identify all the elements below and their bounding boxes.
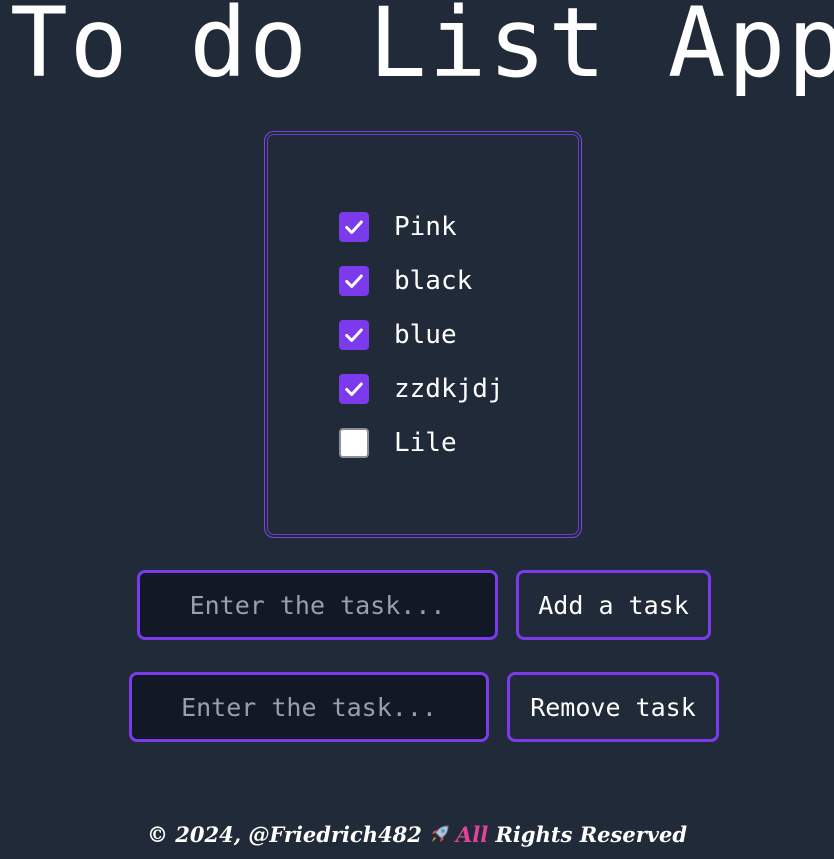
check-icon <box>345 382 363 396</box>
remove-task-input[interactable] <box>129 672 489 742</box>
task-list: Pink black blue zzdkjdj Lile <box>339 212 504 482</box>
task-item: Pink <box>339 212 504 266</box>
task-item: zzdkjdj <box>339 374 504 428</box>
check-icon <box>345 328 363 342</box>
check-icon <box>345 274 363 288</box>
footer: © 2024, @Friedrich482 All Rights Reserve… <box>0 822 834 847</box>
task-checkbox[interactable] <box>339 266 369 296</box>
task-checkbox[interactable] <box>339 320 369 350</box>
task-item: Lile <box>339 428 504 482</box>
footer-copyright: © 2024, @Friedrich482 <box>146 822 422 847</box>
add-task-button[interactable]: Add a task <box>516 570 711 640</box>
rocket-icon <box>428 822 452 846</box>
app-title: To do List App <box>10 0 834 99</box>
task-list-panel: Pink black blue zzdkjdj Lile <box>264 131 582 538</box>
check-icon <box>345 220 363 234</box>
task-label: zzdkjdj <box>394 374 504 404</box>
footer-rest: Rights Reserved <box>488 822 688 847</box>
task-checkbox[interactable] <box>339 428 369 458</box>
footer-highlight: All <box>455 822 489 847</box>
task-checkbox[interactable] <box>339 212 369 242</box>
remove-task-button[interactable]: Remove task <box>507 672 719 742</box>
task-label: Pink <box>394 212 457 242</box>
task-item: blue <box>339 320 504 374</box>
task-item: black <box>339 266 504 320</box>
task-label: Lile <box>394 428 457 458</box>
task-label: blue <box>394 320 457 350</box>
add-task-input[interactable] <box>137 570 498 640</box>
task-checkbox[interactable] <box>339 374 369 404</box>
task-label: black <box>394 266 473 296</box>
